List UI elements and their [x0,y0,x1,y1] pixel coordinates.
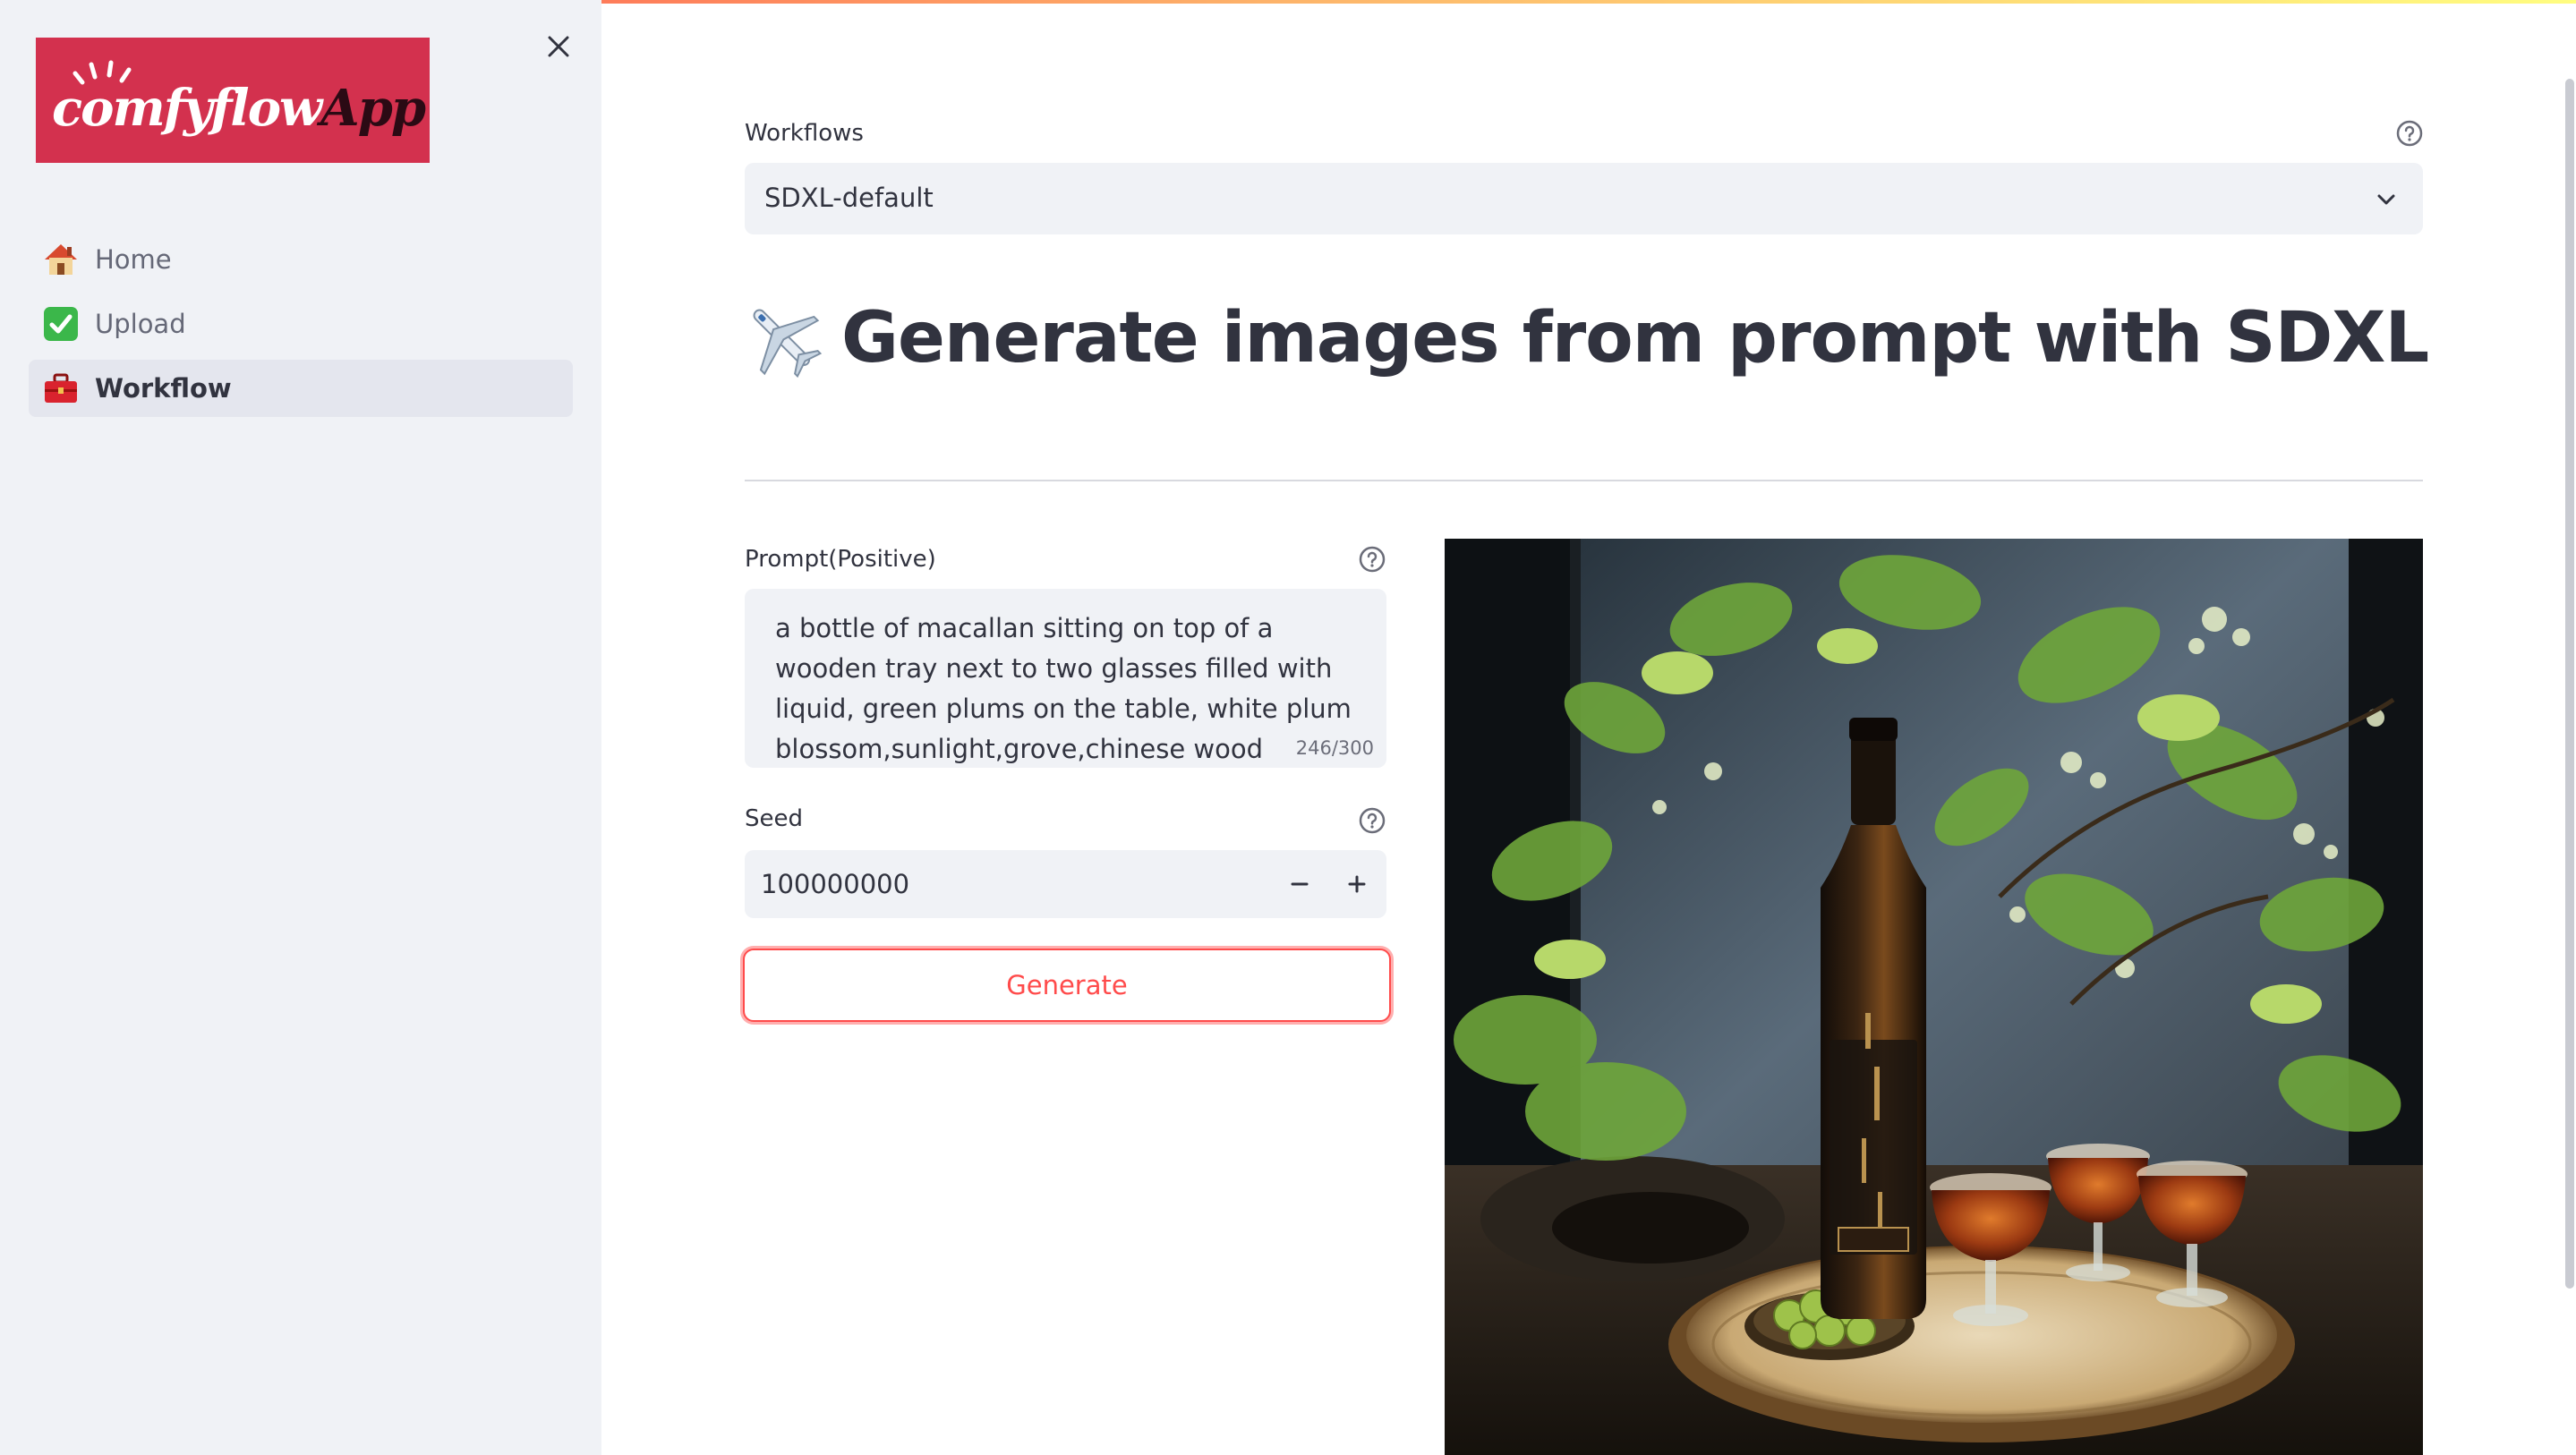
generate-button-label: Generate [1006,970,1128,1000]
close-icon [548,36,569,57]
minus-icon [1291,882,1309,886]
seed-increment-button[interactable] [1330,857,1384,911]
prompt-text: a bottle of macallan sitting on top of a… [775,613,1352,764]
toolbox-icon [41,369,81,408]
plus-icon [1348,875,1366,893]
prompt-label: Prompt(Positive) [745,546,936,573]
page-title: Generate images from prompt with SDXL [739,295,2429,381]
sidebar-item-label: Workflow [95,373,232,404]
seed-decrement-button[interactable] [1273,857,1326,911]
prompt-textarea[interactable]: a bottle of macallan sitting on top of a… [745,589,1386,768]
scrollbar[interactable] [2565,79,2574,1289]
workflow-select-value: SDXL-default [764,183,934,213]
sidebar-item-workflow[interactable]: Workflow [29,360,573,417]
sidebar-item-upload[interactable]: Upload [29,295,573,353]
logo-text: comfyflow [52,79,322,138]
workflow-select[interactable]: SDXL-default [745,163,2423,234]
workflows-label: Workflows [745,120,864,147]
sidebar: comfyflowApp Home Upload Workflow [0,0,601,1455]
sidebar-item-label: Home [95,244,172,275]
generate-button[interactable]: Generate [743,949,1391,1022]
seed-value: 100000000 [761,869,910,899]
help-icon[interactable] [1359,546,1386,573]
logo-text-app: App [320,79,426,138]
check-box-icon [41,304,81,344]
sidebar-item-home[interactable]: Home [29,231,573,288]
help-icon[interactable] [2396,120,2423,147]
house-icon [41,240,81,279]
help-icon[interactable] [1359,807,1386,834]
airplane-icon [753,309,823,379]
seed-label: Seed [745,805,803,832]
seed-input[interactable]: 100000000 [745,850,1386,918]
close-sidebar-button[interactable] [541,29,576,64]
page-title-text: Generate images from prompt with SDXL [841,298,2429,379]
chevron-down-icon [2377,194,2395,205]
divider [745,480,2423,481]
app-logo: comfyflowApp [36,38,430,163]
sidebar-item-label: Upload [95,309,186,339]
generated-image [1445,539,2423,1455]
character-counter: 246/300 [1295,737,1374,759]
